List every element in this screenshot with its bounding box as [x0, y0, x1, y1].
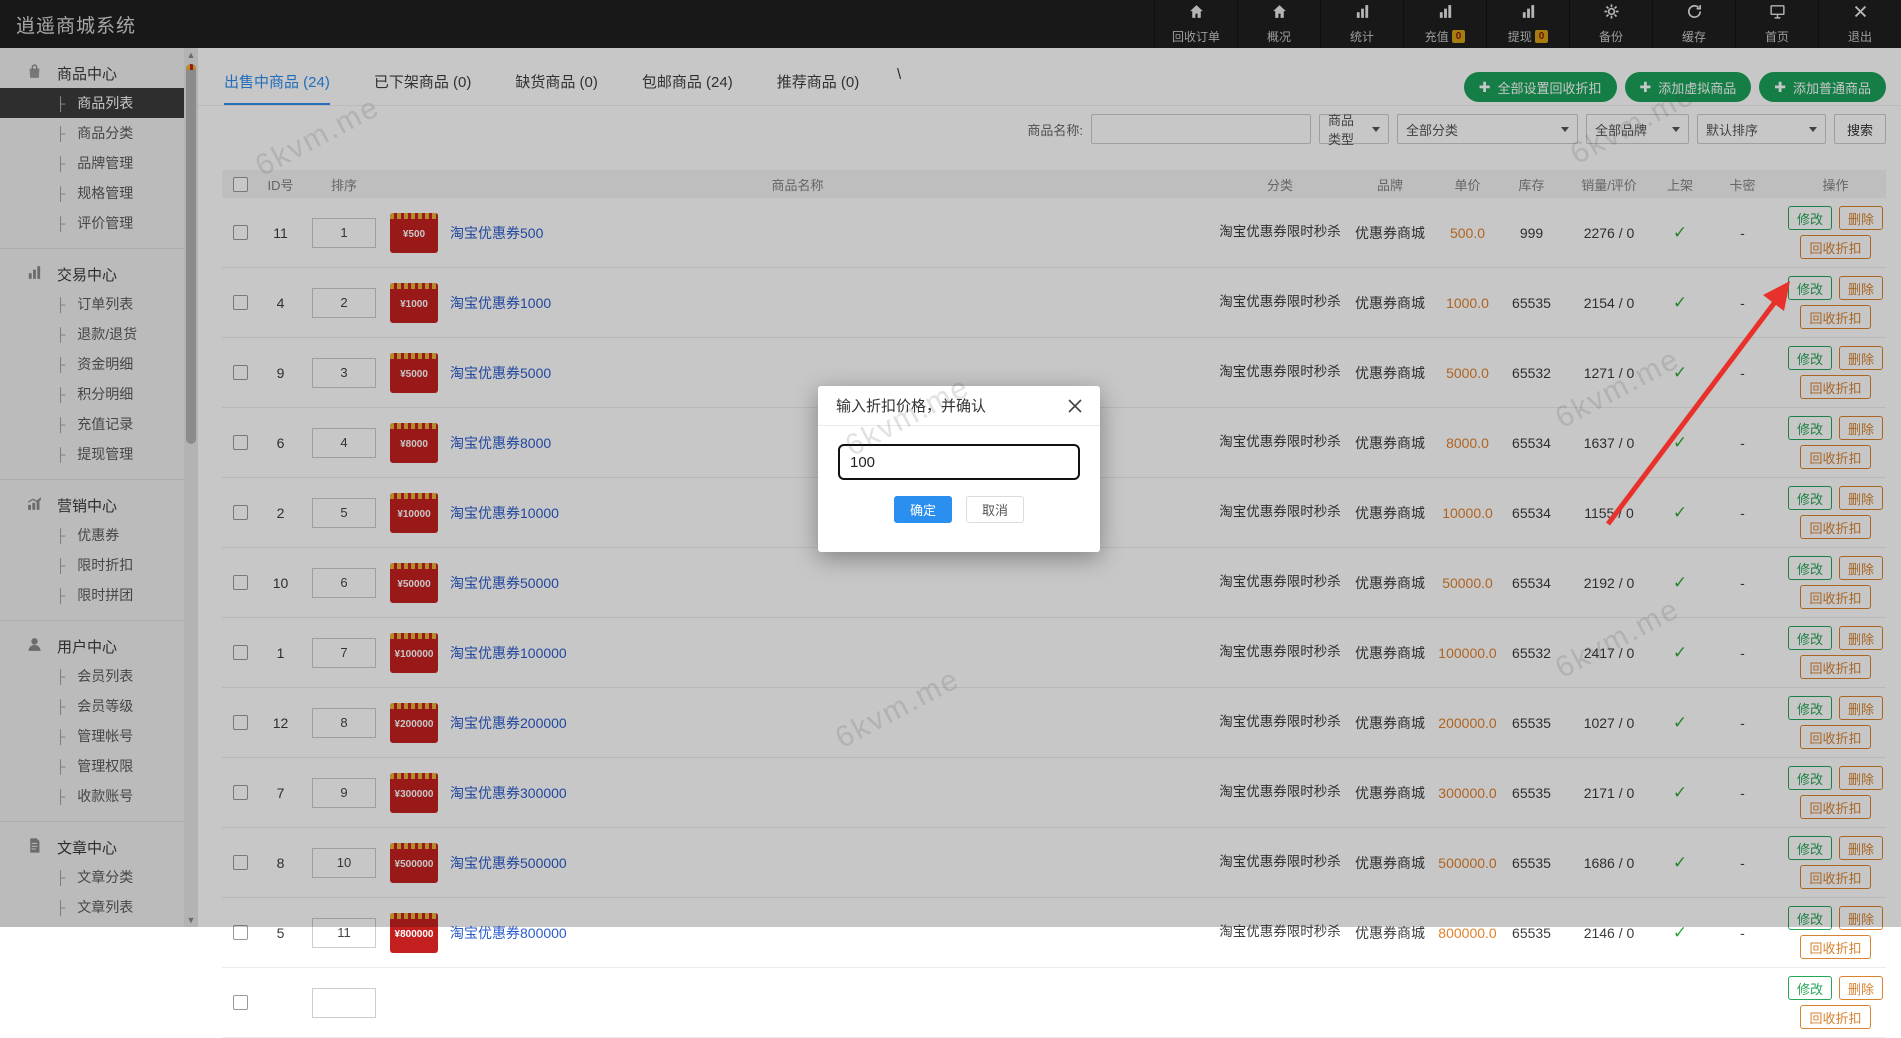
- close-icon[interactable]: [1068, 399, 1082, 413]
- cell-brand: [1350, 968, 1430, 1038]
- confirm-button[interactable]: 确定: [894, 496, 952, 523]
- edit-button[interactable]: 修改: [1788, 976, 1832, 1000]
- discount-dialog: 输入折扣价格，并确认 确定 取消: [818, 386, 1100, 552]
- dialog-buttons: 确定 取消: [818, 496, 1100, 523]
- row-checkbox[interactable]: [233, 925, 248, 940]
- cell-id: [258, 968, 303, 1038]
- recycle-discount-button[interactable]: 回收折扣: [1800, 1005, 1870, 1029]
- cell-card: [1700, 968, 1785, 1038]
- discount-price-input[interactable]: [838, 444, 1080, 480]
- delete-button[interactable]: 删除: [1839, 976, 1883, 1000]
- cell-stock: [1505, 968, 1558, 1038]
- dialog-header: 输入折扣价格，并确认: [818, 386, 1100, 426]
- recycle-discount-button[interactable]: 回收折扣: [1800, 935, 1870, 959]
- row-checkbox[interactable]: [233, 995, 248, 1010]
- sort-input[interactable]: [312, 988, 376, 1018]
- cell-sales: [1558, 968, 1660, 1038]
- cancel-button[interactable]: 取消: [966, 496, 1024, 523]
- dialog-title: 输入折扣价格，并确认: [836, 395, 986, 416]
- cell-price: [1430, 968, 1505, 1038]
